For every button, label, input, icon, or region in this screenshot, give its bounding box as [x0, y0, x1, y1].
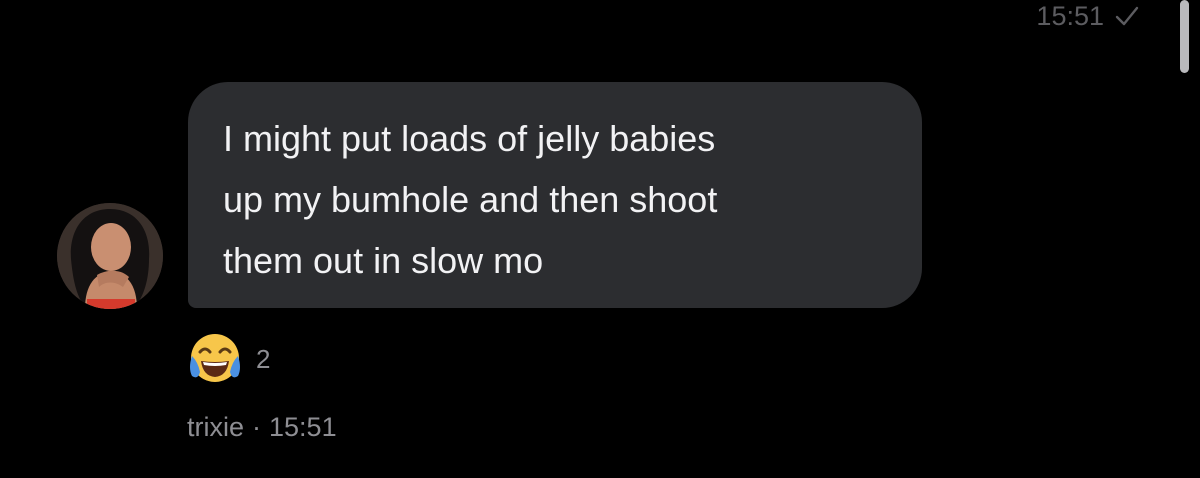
chat-screen: 15:51 I might put loads of jelly babies … — [0, 0, 1200, 478]
message-text-line-1: I might put loads of jelly babies — [223, 118, 716, 159]
check-icon — [1115, 6, 1139, 26]
face-with-tears-of-joy-icon — [190, 334, 240, 382]
message-meta: trixie · 15:51 — [187, 412, 337, 443]
scrollbar[interactable] — [1180, 0, 1189, 73]
message-text-line-2: up my bumhole and then shoot — [223, 179, 718, 220]
previous-message-meta: 15:51 — [1036, 0, 1140, 32]
avatar[interactable] — [57, 203, 163, 309]
sender-name[interactable]: trixie — [187, 412, 244, 443]
message-bubble[interactable]: I might put loads of jelly babies up my … — [188, 82, 922, 308]
reaction-chip[interactable]: 2 — [186, 330, 270, 388]
avatar-image — [57, 203, 163, 309]
reaction-count: 2 — [256, 343, 271, 374]
message-text-line-3: them out in slow mo — [223, 240, 544, 281]
meta-separator: · — [252, 412, 262, 442]
previous-message-time: 15:51 — [1036, 0, 1104, 31]
message-time: 15:51 — [269, 412, 337, 442]
